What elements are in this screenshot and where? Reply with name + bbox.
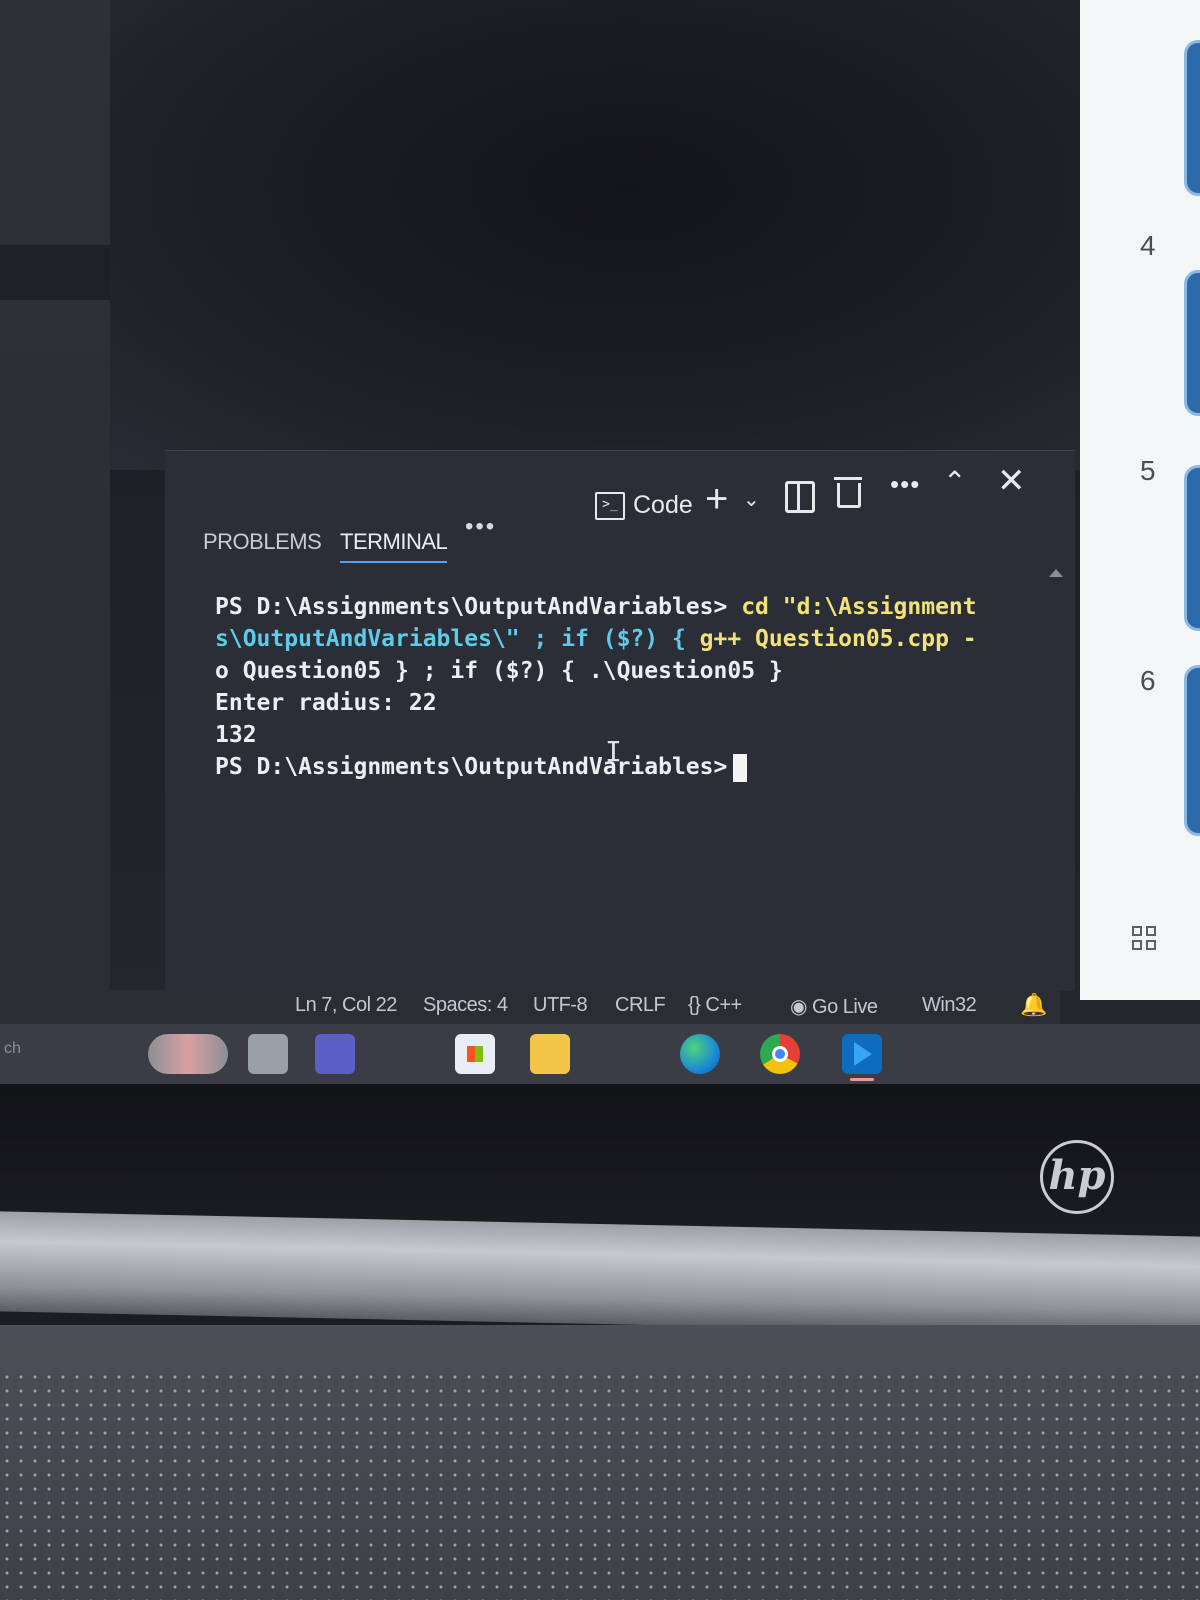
status-platform[interactable]: Win32 [922,994,977,1017]
file-explorer-icon[interactable] [530,1034,570,1074]
screen-bezel [0,1084,1200,1224]
page-thumbnail[interactable] [1184,465,1200,631]
terminal-line: Enter radius: 22 [215,690,437,716]
editor-area [80,0,1080,470]
page-thumbnail[interactable] [1184,40,1200,196]
status-cursor-position[interactable]: Ln 7, Col 22 [295,994,397,1017]
status-encoding[interactable]: UTF-8 [533,994,588,1017]
status-golive[interactable]: ◉ Go Live [790,994,878,1019]
laptop-hinge [0,1211,1200,1337]
maximize-panel-icon[interactable]: ⌃ [943,465,966,498]
taskbar: ch [0,1024,1200,1084]
status-language[interactable]: {} C++ [688,994,742,1017]
page-number: 5 [1140,455,1156,486]
explorer-sidebar [0,0,110,1010]
panel-tabs-more-button[interactable]: ••• [465,513,496,541]
page-thumbnail[interactable] [1184,270,1200,416]
terminal-profile-label: Code [633,491,693,519]
status-eol[interactable]: CRLF [615,994,666,1017]
vscode-icon[interactable] [842,1034,882,1074]
chevron-down-icon[interactable]: ⌄ [743,487,760,512]
widgets-icon[interactable] [148,1034,228,1074]
chrome-icon[interactable] [760,1034,800,1074]
new-terminal-icon[interactable]: + [705,477,728,522]
terminal-profile-button[interactable]: >_ Code [595,491,693,520]
page-number: 4 [1140,230,1156,261]
bell-icon[interactable]: 🔔 [1020,992,1047,1018]
terminal-line: PS D:\Assignments\OutputAndVariables> cd… [215,594,977,620]
close-icon[interactable]: ✕ [997,461,1026,501]
page-thumbnail[interactable] [1184,665,1200,836]
broadcast-icon: ◉ [790,996,813,1018]
file-viewer-icon[interactable] [248,1034,288,1074]
laptop-screen: PROBLEMS TERMINAL ••• >_ Code + ⌄ ••• ⌃ … [0,0,1200,1100]
tab-terminal[interactable]: TERMINAL [340,529,448,563]
scroll-up-indicator [1049,569,1063,577]
terminal-line: s\OutputAndVariables\" ; if ($?) { g++ Q… [215,626,977,652]
store-icon[interactable] [455,1034,495,1074]
teams-icon[interactable] [315,1034,355,1074]
panel-header: PROBLEMS TERMINAL ••• >_ Code + ⌄ ••• ⌃ … [165,451,1075,563]
more-actions-icon[interactable]: ••• [890,469,920,500]
edge-icon[interactable] [680,1034,720,1074]
terminal-panel: PROBLEMS TERMINAL ••• >_ Code + ⌄ ••• ⌃ … [165,450,1075,991]
active-app-indicator [850,1078,874,1081]
status-indentation[interactable]: Spaces: 4 [423,994,508,1017]
trash-icon[interactable] [834,475,862,508]
tab-problems[interactable]: PROBLEMS [203,529,322,555]
status-bar: Ln 7, Col 22 Spaces: 4 UTF-8 CRLF {} C++… [0,990,1060,1024]
terminal-cursor [733,753,748,782]
split-terminal-icon[interactable] [785,481,815,513]
page-number: 6 [1140,665,1156,696]
hp-logo: hp [1040,1140,1114,1214]
terminal-output[interactable]: PS D:\Assignments\OutputAndVariables> cd… [215,591,1015,783]
side-window: 4 5 6 [1080,0,1200,1000]
terminal-line: o Question05 } ; if ($?) { .\Question05 … [215,658,783,684]
taskbar-search-text[interactable]: ch [4,1040,21,1058]
terminal-icon: >_ [595,491,625,520]
grid-view-icon[interactable] [1132,926,1158,952]
mouse-ibeam-icon: I [605,735,622,768]
speaker-grille [0,1370,1200,1600]
sidebar-band [0,245,110,300]
